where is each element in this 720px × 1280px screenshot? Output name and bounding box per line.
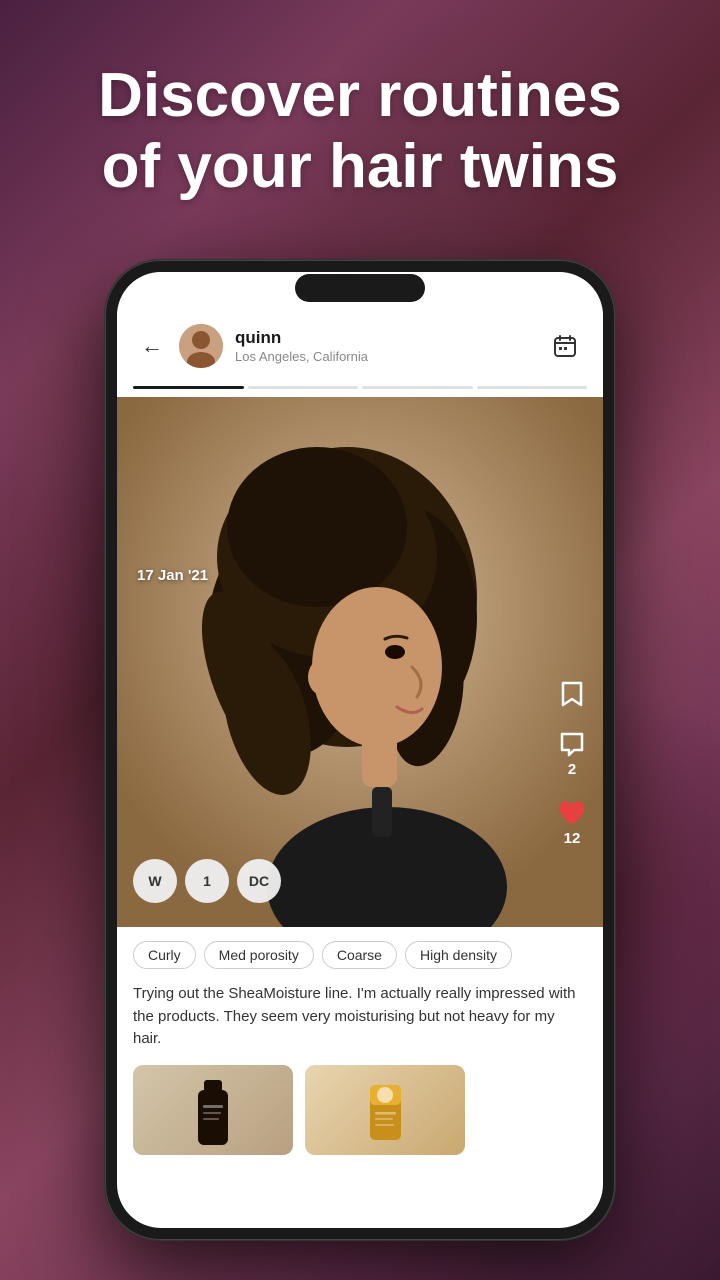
back-button[interactable]: ← [137,329,167,363]
heart-icon [557,798,587,828]
avatar-svg [179,324,223,368]
phone-screen: ← quinn Los Angeles, California [117,272,603,1228]
tag-curly[interactable]: Curly [133,941,196,969]
progress-bar-3 [362,386,473,389]
post-badges: W 1 DC [133,859,281,903]
progress-bar-1 [133,386,244,389]
product-bottle-2 [358,1070,413,1150]
product-thumb-2[interactable] [305,1065,465,1155]
products-row [117,1065,603,1155]
comment-button[interactable]: 2 [557,729,587,778]
comment-icon [557,729,587,759]
badge-dc: DC [237,859,281,903]
user-avatar [179,324,223,368]
calendar-icon[interactable] [547,328,583,364]
tag-coarse[interactable]: Coarse [322,941,397,969]
comment-count: 2 [568,761,576,778]
post-date: 17 Jan '21 [137,567,208,584]
product-bottle-1 [188,1070,238,1150]
heart-button[interactable]: 12 [557,798,587,847]
person-illustration [117,397,603,927]
product-thumb-1[interactable] [133,1065,293,1155]
heart-count: 12 [564,830,581,847]
badge-w: W [133,859,177,903]
side-icons: 2 12 [557,679,587,847]
tag-med-porosity[interactable]: Med porosity [204,941,314,969]
bookmark-button[interactable] [557,679,587,709]
headline: Discover routines of your hair twins [0,60,720,203]
tag-high-density[interactable]: High density [405,941,512,969]
tags-row: Curly Med porosity Coarse High density [117,927,603,983]
phone-container: ← quinn Los Angeles, California [105,260,615,1240]
user-info: quinn Los Angeles, California [235,328,535,363]
user-location: Los Angeles, California [235,349,535,364]
user-name: quinn [235,328,535,348]
phone-shell: ← quinn Los Angeles, California [105,260,615,1240]
post-text: Trying out the SheaMoisture line. I'm ac… [117,983,603,1065]
bookmark-icon [557,679,587,709]
progress-bars [117,380,603,397]
badge-1: 1 [185,859,229,903]
post-image: 17 Jan '21 [117,397,603,927]
headline-line2: of your hair twins [102,132,619,201]
progress-bar-4 [477,386,588,389]
headline-text: Discover routines of your hair twins [40,60,680,203]
progress-bar-2 [248,386,359,389]
post-content: Curly Med porosity Coarse High density T… [117,927,603,1155]
phone-notch [295,274,425,302]
headline-line1: Discover routines [98,61,622,130]
